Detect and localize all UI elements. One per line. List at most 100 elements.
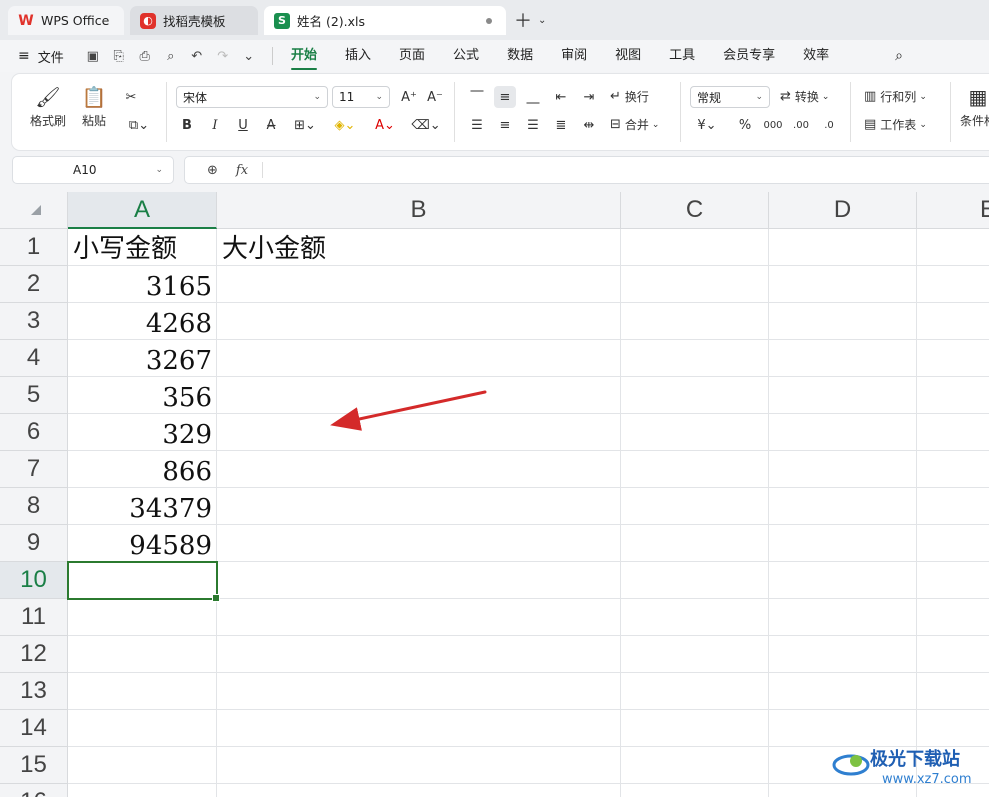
formula-bar[interactable]: ⊕ fx [184,156,989,184]
distributed-icon[interactable]: ⇹ [578,114,600,136]
undo-icon[interactable]: ↶ [186,45,208,67]
row-header-16[interactable]: 16 [0,784,68,797]
border-icon[interactable]: ⊞⌄ [290,114,320,136]
cell-D11[interactable] [769,599,917,636]
cell-C3[interactable] [621,303,769,340]
menu-tab-6[interactable]: 视图 [615,40,641,72]
strikethrough-icon[interactable]: A̶ [260,114,282,136]
cell-E14[interactable] [917,710,989,747]
percent-icon[interactable]: % [734,114,756,136]
cell-A9[interactable]: 94589 [68,525,217,562]
conditional-format-button[interactable]: ▦ 条件格 [958,84,989,129]
cell-E13[interactable] [917,673,989,710]
cell-A4[interactable]: 3267 [68,340,217,377]
paste-button[interactable]: 📋 粘贴 [74,84,114,129]
column-header-D[interactable]: D [769,192,917,229]
active-cell-selection[interactable] [67,561,220,602]
row-header-14[interactable]: 14 [0,710,68,747]
menu-tab-5[interactable]: 审阅 [561,40,587,72]
cell-D5[interactable] [769,377,917,414]
cell-A15[interactable] [68,747,217,784]
merge-button[interactable]: ⊟ 合并 ⌄ [610,116,663,133]
new-tab-button[interactable]: ＋ ⌄ [514,8,546,32]
font-size-select[interactable]: 11 ⌄ [332,86,390,108]
cell-D9[interactable] [769,525,917,562]
cell-C14[interactable] [621,710,769,747]
cell-E1[interactable] [917,229,989,266]
select-all-corner[interactable] [0,192,68,229]
cell-B2[interactable] [217,266,621,303]
cell-B10[interactable] [217,562,621,599]
row-col-button[interactable]: ▥ 行和列 ⌄ [864,88,931,105]
fx-icon[interactable]: fx [236,163,248,178]
align-top-icon[interactable]: ⎺ [466,86,488,108]
column-header-B[interactable]: B [217,192,621,229]
chevron-down-icon[interactable]: ⌄ [155,165,163,175]
cell-B11[interactable] [217,599,621,636]
worksheet-button[interactable]: ▤ 工作表 ⌄ [864,116,931,133]
cell-B4[interactable] [217,340,621,377]
column-header-E[interactable]: E [917,192,989,229]
cell-A16[interactable] [68,784,217,797]
cell-B1[interactable]: 大小金额 [217,229,621,266]
menu-tab-9[interactable]: 效率 [803,40,829,72]
row-header-10[interactable]: 10 [0,562,68,599]
italic-icon[interactable]: I [204,114,226,136]
decrease-indent-icon[interactable]: ⇤ [550,86,572,108]
cell-B13[interactable] [217,673,621,710]
spreadsheet-grid[interactable]: A B C D E 1 小写金额 大小金额 2 3165 3 4268 4 3267 5 356 6 329 7 86… [0,192,989,797]
cell-B14[interactable] [217,710,621,747]
search-icon[interactable]: ⌕ [888,45,910,67]
cell-D1[interactable] [769,229,917,266]
cell-B5[interactable] [217,377,621,414]
row-header-7[interactable]: 7 [0,451,68,488]
cell-B3[interactable] [217,303,621,340]
unsaved-dot-icon[interactable] [486,18,492,24]
cell-A11[interactable] [68,599,217,636]
row-header-6[interactable]: 6 [0,414,68,451]
file-menu[interactable]: 文件 [38,47,64,66]
cell-C8[interactable] [621,488,769,525]
cell-E11[interactable] [917,599,989,636]
font-name-select[interactable]: 宋体 ⌄ [176,86,328,108]
convert-button[interactable]: ⇄ 转换 ⌄ [780,88,833,105]
cell-B8[interactable] [217,488,621,525]
copy-icon[interactable]: ⧉⌄ [124,114,154,136]
hamburger-menu-icon[interactable]: ≡ [18,48,30,64]
thousands-icon[interactable]: 000 [762,114,784,136]
cell-A13[interactable] [68,673,217,710]
increase-decimal-icon[interactable]: .00 [790,114,812,136]
increase-font-icon[interactable]: A⁺ [398,86,420,108]
cell-E9[interactable] [917,525,989,562]
cell-A1[interactable]: 小写金额 [68,229,217,266]
cell-D13[interactable] [769,673,917,710]
cell-E5[interactable] [917,377,989,414]
row-header-12[interactable]: 12 [0,636,68,673]
row-header-5[interactable]: 5 [0,377,68,414]
cell-A5[interactable]: 356 [68,377,217,414]
zoom-icon[interactable]: ⊕ [207,163,218,178]
cell-E8[interactable] [917,488,989,525]
cell-C10[interactable] [621,562,769,599]
menu-tab-7[interactable]: 工具 [669,40,695,72]
chevron-down-icon[interactable]: ⌄ [538,15,546,26]
name-box[interactable]: A10 ⌄ [12,156,174,184]
bold-icon[interactable]: B [176,114,198,136]
row-header-9[interactable]: 9 [0,525,68,562]
export-icon[interactable]: ⎘ [108,45,130,67]
cell-D7[interactable] [769,451,917,488]
cell-C12[interactable] [621,636,769,673]
cell-E4[interactable] [917,340,989,377]
print-preview-icon[interactable]: ⌕ [160,45,182,67]
cell-D14[interactable] [769,710,917,747]
cell-C2[interactable] [621,266,769,303]
save-icon[interactable]: ▣ [82,45,104,67]
align-center-icon[interactable]: ≡ [494,114,516,136]
column-header-C[interactable]: C [621,192,769,229]
menu-tab-4[interactable]: 数据 [507,40,533,72]
row-header-3[interactable]: 3 [0,303,68,340]
cut-icon[interactable]: ✂ [120,86,142,108]
menu-tab-0[interactable]: 开始 [291,40,318,72]
menu-tab-2[interactable]: 页面 [399,40,425,72]
cell-A2[interactable]: 3165 [68,266,217,303]
